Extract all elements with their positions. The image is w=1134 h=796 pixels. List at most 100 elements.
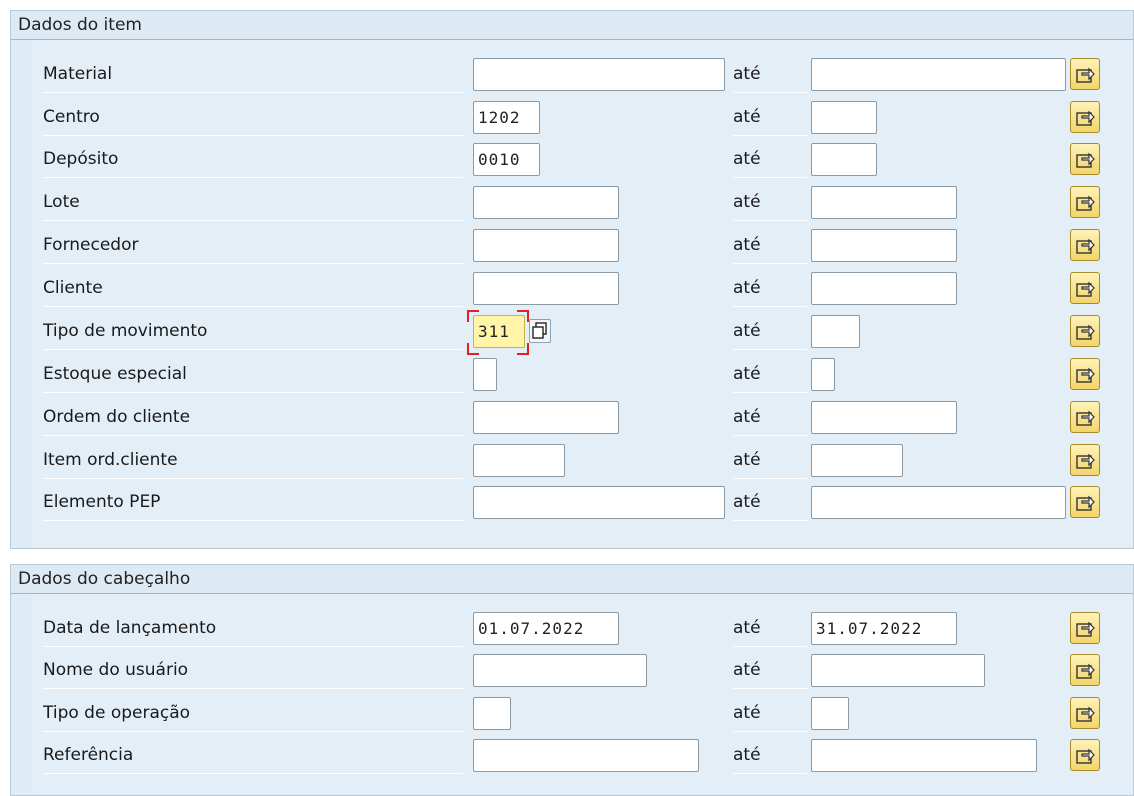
- item-ord-cliente-to-label: até: [733, 442, 807, 479]
- deposito-label: Depósito: [43, 141, 463, 178]
- multiple-selection-button[interactable]: [1070, 697, 1100, 729]
- multiple-selection-arrow-icon: [1076, 324, 1095, 340]
- multiple-selection-button[interactable]: [1070, 612, 1100, 644]
- multiple-selection-button[interactable]: [1070, 101, 1100, 133]
- multiple-selection-button[interactable]: [1070, 186, 1100, 218]
- item-data-frame: Dados do item Material até Centro 1202 a…: [10, 10, 1134, 549]
- row-centro: Centro 1202 até: [33, 99, 1133, 136]
- multiple-selection-button[interactable]: [1070, 358, 1100, 390]
- nome-usuario-to-label: até: [733, 652, 807, 689]
- estoque-especial-label: Estoque especial: [43, 356, 463, 393]
- focus-corner: [517, 310, 529, 322]
- nome-usuario-to-input[interactable]: [811, 654, 985, 687]
- lote-to-label: até: [733, 184, 807, 221]
- multiple-selection-arrow-icon: [1076, 152, 1095, 168]
- tipo-movimento-to-input[interactable]: [811, 315, 860, 348]
- row-material: Material até: [33, 56, 1133, 93]
- multiple-selection-button[interactable]: [1070, 58, 1100, 90]
- lote-from-input[interactable]: [473, 186, 619, 219]
- estoque-especial-from-input[interactable]: [473, 358, 497, 391]
- focus-corner: [517, 343, 529, 355]
- item-data-title: Dados do item: [11, 11, 1133, 40]
- row-cliente: Cliente até: [33, 270, 1133, 307]
- centro-label: Centro: [43, 99, 463, 136]
- ordem-cliente-from-input[interactable]: [473, 401, 619, 434]
- multiple-selection-arrow-icon: [1076, 663, 1095, 679]
- material-to-label: até: [733, 56, 807, 93]
- data-lancamento-label: Data de lançamento: [43, 610, 463, 647]
- multiple-selection-button[interactable]: [1070, 229, 1100, 261]
- tipo-movimento-to-label: até: [733, 313, 807, 350]
- elemento-pep-to-label: até: [733, 484, 807, 521]
- cliente-from-input[interactable]: [473, 272, 619, 305]
- focus-corner: [467, 310, 479, 322]
- tipo-movimento-label: Tipo de movimento: [43, 313, 463, 350]
- material-label: Material: [43, 56, 463, 93]
- ordem-cliente-to-input[interactable]: [811, 401, 957, 434]
- item-ord-cliente-from-input[interactable]: [473, 444, 565, 477]
- row-ordem-cliente: Ordem do cliente até: [33, 399, 1133, 436]
- centro-from-input[interactable]: 1202: [473, 101, 540, 134]
- referencia-to-input[interactable]: [811, 739, 1037, 772]
- multiple-selection-button[interactable]: [1070, 401, 1100, 433]
- estoque-especial-to-input[interactable]: [811, 358, 835, 391]
- row-data-lancamento: Data de lançamento 01.07.2022 até 31.07.…: [33, 610, 1133, 647]
- fornecedor-label: Fornecedor: [43, 227, 463, 264]
- multiple-selection-button[interactable]: [1070, 315, 1100, 347]
- referencia-label: Referência: [43, 737, 463, 774]
- material-from-input[interactable]: [473, 58, 725, 91]
- row-lote: Lote até: [33, 184, 1133, 221]
- focus-corner: [467, 343, 479, 355]
- multiple-selection-button[interactable]: [1070, 654, 1100, 686]
- copy-icon[interactable]: [529, 319, 551, 343]
- item-ord-cliente-label: Item ord.cliente: [43, 442, 463, 479]
- material-to-input[interactable]: [811, 58, 1066, 91]
- elemento-pep-from-input[interactable]: [473, 486, 725, 519]
- cliente-to-label: até: [733, 270, 807, 307]
- row-estoque-especial: Estoque especial até: [33, 356, 1133, 393]
- elemento-pep-label: Elemento PEP: [43, 484, 463, 521]
- multiple-selection-button[interactable]: [1070, 486, 1100, 518]
- referencia-from-input[interactable]: [473, 739, 699, 772]
- tipo-operacao-to-label: até: [733, 695, 807, 732]
- estoque-especial-to-label: até: [733, 356, 807, 393]
- deposito-to-label: até: [733, 141, 807, 178]
- multiple-selection-arrow-icon: [1076, 748, 1095, 764]
- row-referencia: Referência até: [33, 737, 1133, 774]
- row-fornecedor: Fornecedor até: [33, 227, 1133, 264]
- multiple-selection-arrow-icon: [1076, 621, 1095, 637]
- multiple-selection-arrow-icon: [1076, 453, 1095, 469]
- multiple-selection-button[interactable]: [1070, 739, 1100, 771]
- header-data-frame: Dados do cabeçalho Data de lançamento 01…: [10, 564, 1134, 796]
- multiple-selection-button[interactable]: [1070, 444, 1100, 476]
- lote-to-input[interactable]: [811, 186, 957, 219]
- multiple-selection-arrow-icon: [1076, 67, 1095, 83]
- header-data-body: Data de lançamento 01.07.2022 até 31.07.…: [33, 594, 1133, 795]
- nome-usuario-from-input[interactable]: [473, 654, 647, 687]
- row-deposito: Depósito 0010 até: [33, 141, 1133, 178]
- cliente-to-input[interactable]: [811, 272, 957, 305]
- row-item-ord-cliente: Item ord.cliente até: [33, 442, 1133, 479]
- multiple-selection-arrow-icon: [1076, 195, 1095, 211]
- nome-usuario-label: Nome do usuário: [43, 652, 463, 689]
- cliente-label: Cliente: [43, 270, 463, 307]
- tipo-operacao-from-input[interactable]: [473, 697, 511, 730]
- fornecedor-to-input[interactable]: [811, 229, 957, 262]
- deposito-to-input[interactable]: [811, 143, 877, 176]
- elemento-pep-to-input[interactable]: [811, 486, 1066, 519]
- tipo-operacao-label: Tipo de operação: [43, 695, 463, 732]
- multiple-selection-arrow-icon: [1076, 367, 1095, 383]
- item-ord-cliente-to-input[interactable]: [811, 444, 903, 477]
- data-lancamento-from-input[interactable]: 01.07.2022: [473, 612, 619, 645]
- deposito-from-input[interactable]: 0010: [473, 143, 540, 176]
- data-lancamento-to-label: até: [733, 610, 807, 647]
- lote-label: Lote: [43, 184, 463, 221]
- multiple-selection-button[interactable]: [1070, 272, 1100, 304]
- data-lancamento-to-input[interactable]: 31.07.2022: [811, 612, 957, 645]
- fornecedor-from-input[interactable]: [473, 229, 619, 262]
- multiple-selection-arrow-icon: [1076, 238, 1095, 254]
- multiple-selection-arrow-icon: [1076, 495, 1095, 511]
- multiple-selection-button[interactable]: [1070, 143, 1100, 175]
- tipo-operacao-to-input[interactable]: [811, 697, 849, 730]
- centro-to-input[interactable]: [811, 101, 877, 134]
